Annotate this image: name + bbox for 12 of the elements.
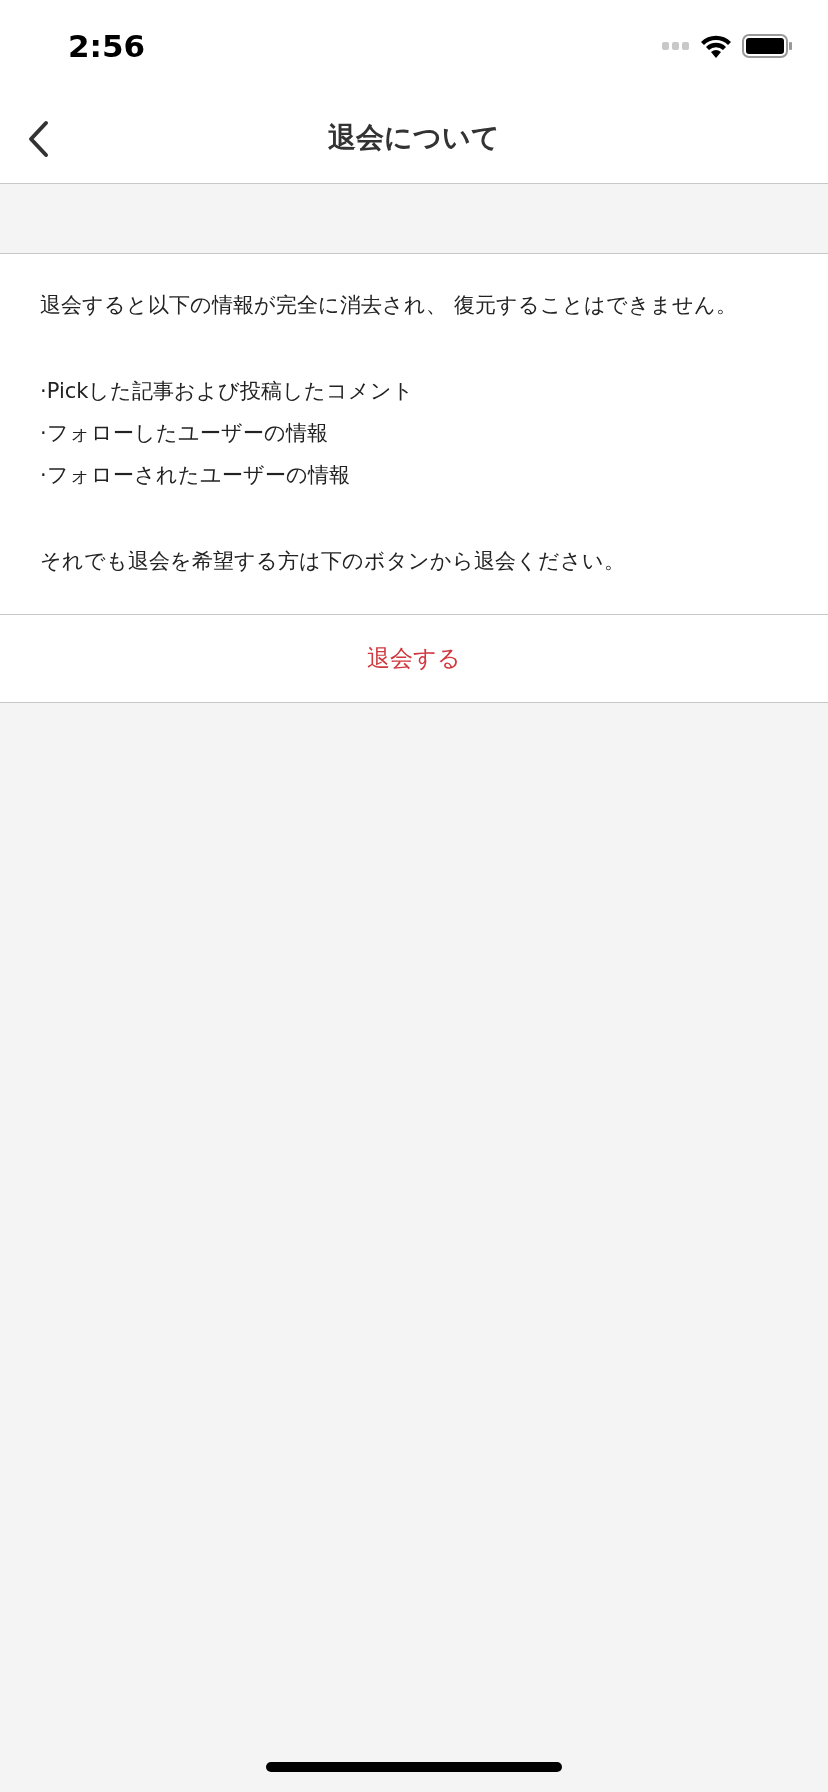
- back-icon[interactable]: [26, 120, 50, 158]
- status-time: 2:56: [68, 26, 146, 66]
- list-item: ·フォローされたユーザーの情報: [40, 462, 351, 489]
- withdraw-button[interactable]: 退会する: [0, 615, 828, 703]
- notice-text: それでも退会を希望する方は下のボタンから退会ください。: [40, 548, 626, 575]
- notice-text: 退会すると以下の情報が完全に消去され、 復元することはできません。: [40, 292, 738, 319]
- signal-icon: [662, 42, 690, 50]
- list-item: ·Pickした記事および投稿したコメント: [40, 378, 416, 405]
- battery-icon: [742, 34, 792, 58]
- list-item: ·フォローしたユーザーの情報: [40, 420, 329, 447]
- page-title: 退会について: [328, 119, 500, 156]
- wifi-icon: [700, 34, 732, 58]
